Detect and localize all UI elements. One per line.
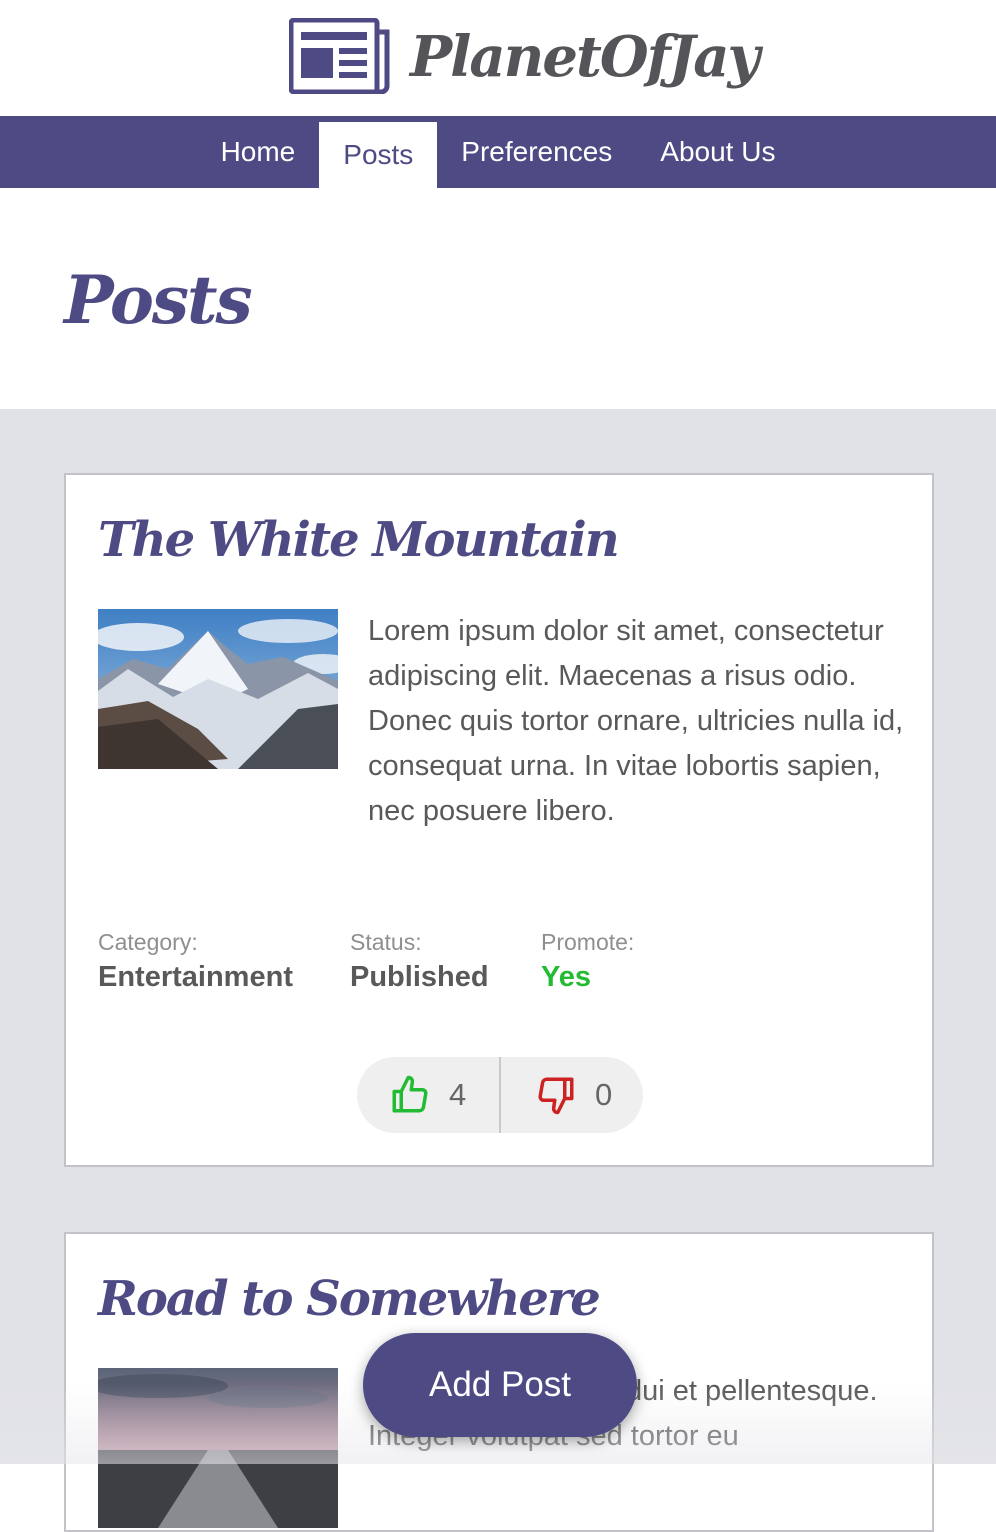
mountain-photo bbox=[98, 609, 338, 769]
post-image[interactable] bbox=[98, 1368, 338, 1528]
status-label: Status: bbox=[350, 929, 422, 955]
thumbs-down-icon bbox=[538, 1077, 574, 1115]
dislike-count: 0 bbox=[595, 1077, 613, 1112]
post-status: Status: Published bbox=[350, 927, 489, 997]
add-post-button[interactable]: Add Post bbox=[363, 1333, 637, 1437]
post-image[interactable] bbox=[98, 609, 338, 769]
post-card: The White Mountain Lorem ipsum dolor sit… bbox=[64, 473, 934, 1167]
post-title[interactable]: The White Mountain bbox=[98, 505, 620, 575]
nav-item-preferences[interactable]: Preferences bbox=[437, 116, 636, 188]
post-promote: Promote: Yes bbox=[541, 927, 634, 997]
vote-controls: 4 0 bbox=[357, 1057, 643, 1133]
dislike-button[interactable]: 0 bbox=[499, 1057, 643, 1133]
main-nav: Home Posts Preferences About Us bbox=[0, 116, 996, 188]
status-value: Published bbox=[350, 961, 489, 993]
nav-item-posts[interactable]: Posts bbox=[319, 122, 438, 188]
post-excerpt: Lorem ipsum dolor sit amet, consectetur … bbox=[368, 615, 904, 827]
like-button[interactable]: 4 bbox=[357, 1057, 499, 1133]
like-count: 4 bbox=[449, 1077, 467, 1112]
promote-value: Yes bbox=[541, 961, 591, 993]
post-title[interactable]: Road to Somewhere bbox=[98, 1264, 601, 1334]
site-header: PlanetOfJay bbox=[0, 0, 996, 116]
nav-item-about-us[interactable]: About Us bbox=[636, 116, 799, 188]
brand-name[interactable]: PlanetOfJay bbox=[410, 22, 760, 92]
post-category: Category: Entertainment bbox=[98, 927, 293, 997]
page-title: Posts bbox=[64, 261, 253, 339]
category-label: Category: bbox=[98, 929, 198, 955]
posts-list: The White Mountain Lorem ipsum dolor sit… bbox=[0, 409, 996, 1532]
category-value: Entertainment bbox=[98, 961, 293, 993]
thumbs-up-icon bbox=[392, 1075, 428, 1113]
nav-item-home[interactable]: Home bbox=[197, 116, 320, 188]
post-excerpt-line: dui et pellentesque. bbox=[626, 1375, 878, 1407]
road-sunset-photo bbox=[98, 1368, 338, 1528]
promote-label: Promote: bbox=[541, 929, 635, 955]
newspaper-icon[interactable] bbox=[289, 18, 391, 94]
